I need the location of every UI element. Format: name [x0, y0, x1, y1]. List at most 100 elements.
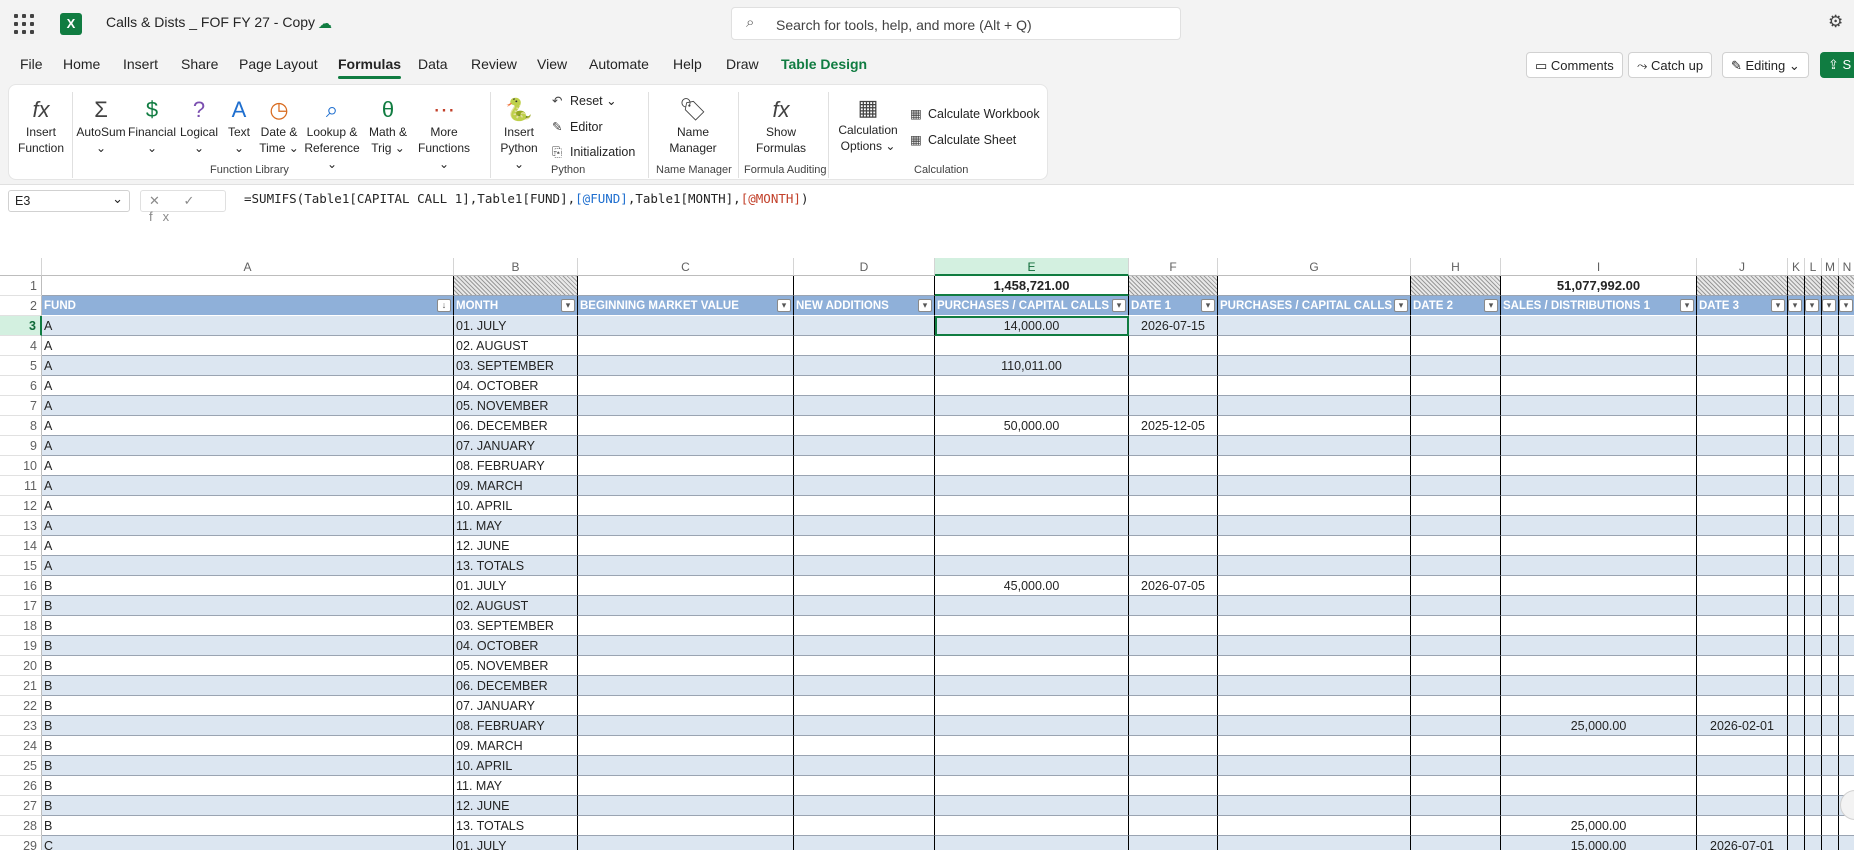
cell-empty[interactable] — [1839, 596, 1854, 616]
cell-empty[interactable] — [578, 436, 794, 456]
column-header-j[interactable]: J — [1697, 258, 1788, 276]
cell-empty[interactable] — [1411, 756, 1501, 776]
row-header[interactable]: 11 — [0, 476, 42, 496]
filter-dropdown-icon[interactable]: ▾ — [1822, 299, 1836, 312]
table-header-a[interactable]: FUND ↓ — [42, 296, 454, 316]
cell-empty[interactable] — [1411, 796, 1501, 816]
gear-icon[interactable]: ⚙ — [1828, 12, 1843, 32]
cell-empty[interactable] — [1788, 776, 1805, 796]
cell-empty[interactable] — [794, 836, 935, 850]
cell-fund[interactable]: A — [42, 396, 454, 416]
cell-f[interactable] — [1129, 736, 1218, 756]
cell-e[interactable] — [935, 536, 1129, 556]
cell-empty[interactable] — [1839, 716, 1854, 736]
cell-i[interactable] — [1501, 456, 1697, 476]
cell-empty[interactable] — [1411, 396, 1501, 416]
calculate-workbook-button[interactable]: ▦ Calculate Workbook — [910, 106, 1040, 121]
total-cell-k[interactable] — [1788, 276, 1805, 296]
cell-i[interactable] — [1501, 796, 1697, 816]
cell-empty[interactable] — [1788, 356, 1805, 376]
cell-j[interactable] — [1697, 696, 1788, 716]
cell-empty[interactable] — [1805, 476, 1822, 496]
tab-formulas[interactable]: Formulas — [338, 56, 402, 79]
table-header-g[interactable]: PURCHASES / CAPITAL CALLS 2 ▾ — [1218, 296, 1411, 316]
cell-empty[interactable] — [1839, 756, 1854, 776]
cell-empty[interactable] — [1805, 776, 1822, 796]
cell-j[interactable]: 2026-02-01 — [1697, 716, 1788, 736]
cell-f[interactable] — [1129, 676, 1218, 696]
cell-empty[interactable] — [1218, 756, 1411, 776]
cell-i[interactable] — [1501, 536, 1697, 556]
cell-empty[interactable] — [1805, 376, 1822, 396]
column-header-i[interactable]: I — [1501, 258, 1697, 276]
cell-empty[interactable] — [794, 336, 935, 356]
tab-insert[interactable]: Insert — [123, 56, 158, 72]
cell-i[interactable] — [1501, 396, 1697, 416]
cell-empty[interactable] — [1218, 556, 1411, 576]
editor-button[interactable]: ✎ Editor — [552, 119, 603, 134]
cell-e[interactable] — [935, 516, 1129, 536]
cell-month[interactable]: 12. JUNE — [454, 796, 578, 816]
cell-empty[interactable] — [1218, 456, 1411, 476]
cell-fund[interactable]: B — [42, 796, 454, 816]
cell-empty[interactable] — [1411, 776, 1501, 796]
initialization-button[interactable]: ⎘ Initialization — [552, 145, 635, 160]
cell-j[interactable] — [1697, 616, 1788, 636]
cell-empty[interactable] — [1805, 636, 1822, 656]
cell-empty[interactable] — [1411, 816, 1501, 836]
column-header-n[interactable]: N — [1839, 258, 1854, 276]
cell-month[interactable]: 02. AUGUST — [454, 596, 578, 616]
cell-empty[interactable] — [794, 776, 935, 796]
cell-empty[interactable] — [1411, 516, 1501, 536]
cell-empty[interactable] — [1822, 716, 1839, 736]
cell-empty[interactable] — [1839, 616, 1854, 636]
cell-empty[interactable] — [1218, 376, 1411, 396]
cell-month[interactable]: 05. NOVEMBER — [454, 396, 578, 416]
cell-empty[interactable] — [1788, 396, 1805, 416]
cell-empty[interactable] — [578, 396, 794, 416]
cell-empty[interactable] — [1411, 636, 1501, 656]
cell-fund[interactable]: B — [42, 716, 454, 736]
cell-f[interactable]: 2025-12-05 — [1129, 416, 1218, 436]
cell-empty[interactable] — [1805, 336, 1822, 356]
filter-dropdown-icon[interactable]: ▾ — [1112, 299, 1126, 312]
tab-share[interactable]: Share — [181, 56, 218, 72]
row-header[interactable]: 6 — [0, 376, 42, 396]
cell-f[interactable] — [1129, 776, 1218, 796]
cell-j[interactable] — [1697, 536, 1788, 556]
cell-empty[interactable] — [1218, 336, 1411, 356]
cell-i[interactable] — [1501, 616, 1697, 636]
cell-i[interactable]: 25,000.00 — [1501, 716, 1697, 736]
cell-empty[interactable] — [1805, 496, 1822, 516]
cell-empty[interactable] — [1788, 796, 1805, 816]
tab-draw[interactable]: Draw — [726, 56, 759, 72]
formula-input[interactable]: =SUMIFS(Table1[CAPITAL CALL 1],Table1[FU… — [244, 191, 808, 206]
cell-month[interactable]: 06. DECEMBER — [454, 676, 578, 696]
cell-empty[interactable] — [1788, 316, 1805, 336]
row-header[interactable]: 20 — [0, 656, 42, 676]
cell-e[interactable] — [935, 736, 1129, 756]
cell-empty[interactable] — [1839, 656, 1854, 676]
cell-empty[interactable] — [1822, 636, 1839, 656]
cell-fund[interactable]: B — [42, 616, 454, 636]
cell-empty[interactable] — [1822, 316, 1839, 336]
cell-empty[interactable] — [1411, 656, 1501, 676]
cell-empty[interactable] — [1839, 416, 1854, 436]
filter-dropdown-icon[interactable]: ▾ — [1805, 299, 1819, 312]
row-header[interactable]: 24 — [0, 736, 42, 756]
cell-month[interactable]: 05. NOVEMBER — [454, 656, 578, 676]
cell-f[interactable] — [1129, 376, 1218, 396]
cell-i[interactable]: 25,000.00 — [1501, 816, 1697, 836]
table-header-f[interactable]: DATE 1 ▾ — [1129, 296, 1218, 316]
cell-month[interactable]: 01. JULY — [454, 836, 578, 850]
row-header[interactable]: 22 — [0, 696, 42, 716]
cell-empty[interactable] — [1805, 736, 1822, 756]
cell-empty[interactable] — [794, 396, 935, 416]
cell-empty[interactable] — [1411, 336, 1501, 356]
cell-empty[interactable] — [578, 636, 794, 656]
cell-empty[interactable] — [1218, 736, 1411, 756]
cell-empty[interactable] — [1788, 496, 1805, 516]
cell-month[interactable]: 07. JANUARY — [454, 696, 578, 716]
row-header[interactable]: 18 — [0, 616, 42, 636]
cell-empty[interactable] — [794, 616, 935, 636]
